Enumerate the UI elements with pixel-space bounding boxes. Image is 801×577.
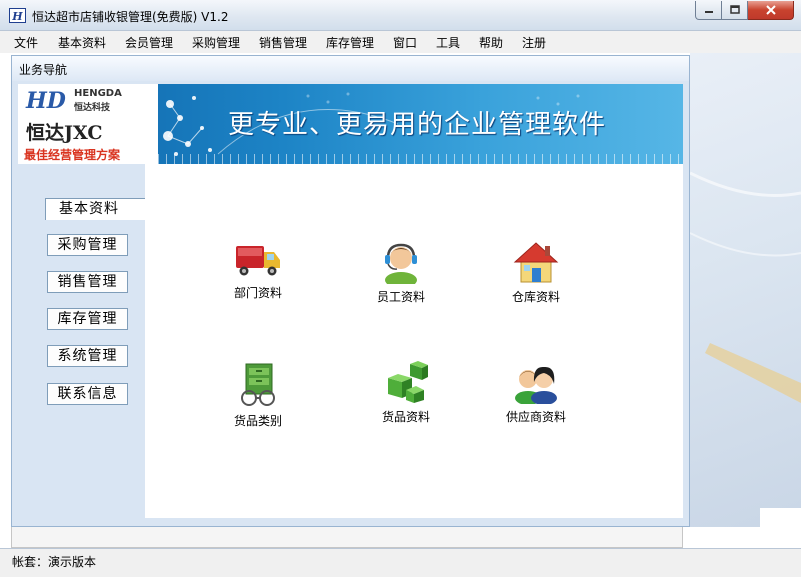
background-decoration xyxy=(690,171,801,527)
tile-category[interactable]: 货品类别 xyxy=(203,360,313,440)
house-icon xyxy=(513,242,559,283)
title-bar[interactable]: H 恒达超市店铺收银管理(免费版) V1.2 xyxy=(0,0,801,31)
desktop-background xyxy=(690,53,801,527)
tile-label: 部门资料 xyxy=(233,286,282,300)
maximize-button[interactable] xyxy=(722,1,748,20)
people-icon xyxy=(515,366,557,404)
minimize-icon xyxy=(704,11,713,13)
app-window: H 恒达超市店铺收银管理(免费版) V1.2 文件 基本资料 会员管理 采购管理… xyxy=(0,0,801,577)
logo-cn-text: 恒达科技 xyxy=(74,103,111,113)
brand-slogan: 最佳经营管理方案 xyxy=(24,148,121,162)
logo-en-text: HENGDA xyxy=(74,88,122,99)
banner-ruler xyxy=(158,154,683,164)
tile-department[interactable]: 部门资料 xyxy=(203,240,313,320)
tile-warehouse[interactable]: 仓库资料 xyxy=(481,240,591,320)
panel-bottom-strip xyxy=(11,527,683,548)
cubes-icon xyxy=(388,361,428,403)
menu-inventory[interactable]: 库存管理 xyxy=(326,34,374,51)
tile-employee[interactable]: 员工资料 xyxy=(346,240,456,320)
cabinet-icon xyxy=(241,363,275,406)
menu-tools[interactable]: 工具 xyxy=(436,34,460,51)
headset-user-icon xyxy=(385,243,417,284)
menu-purchase[interactable]: 采购管理 xyxy=(192,34,240,51)
company-logo: HD HENGDA 恒达科技 恒达JXC 最佳经营管理方案 xyxy=(18,84,158,164)
menu-sales[interactable]: 销售管理 xyxy=(259,34,307,51)
window-controls xyxy=(695,1,794,21)
tile-goods[interactable]: 货品资料 xyxy=(351,360,461,440)
tile-label: 货品类别 xyxy=(233,414,282,428)
content-area: 部门资料 员工资料 仓库资料 货品类别 货品资料 供应商资料 xyxy=(145,164,683,518)
truck-icon xyxy=(236,246,280,276)
logo-letters: HD xyxy=(26,88,66,114)
menu-member[interactable]: 会员管理 xyxy=(125,34,173,51)
sidebar-item-purchase[interactable]: 采购管理 xyxy=(47,234,128,256)
brand-name: 恒达JXC xyxy=(26,122,103,144)
close-icon xyxy=(765,5,776,15)
maximize-icon xyxy=(729,5,740,14)
sidebar-item-inventory[interactable]: 库存管理 xyxy=(47,308,128,330)
tile-label: 货品资料 xyxy=(381,410,430,424)
menu-basic-data[interactable]: 基本资料 xyxy=(58,34,106,51)
business-nav-panel: 业务导航 HD HENGDA 恒达科技 恒达JXC 最佳经营管理方案 更专业、更… xyxy=(11,55,690,527)
menu-register[interactable]: 注册 xyxy=(522,34,546,51)
app-icon: H xyxy=(9,8,26,23)
status-bar: 帐套：演示版本 xyxy=(0,548,801,577)
minimize-button[interactable] xyxy=(695,1,722,20)
menu-bar: 文件 基本资料 会员管理 采购管理 销售管理 库存管理 窗口 工具 帮助 注册 xyxy=(0,31,801,53)
tile-label: 供应商资料 xyxy=(505,410,566,424)
window-title: 恒达超市店铺收银管理(免费版) V1.2 xyxy=(32,10,229,24)
menu-help[interactable]: 帮助 xyxy=(479,34,503,51)
nav-panel-title: 业务导航 xyxy=(19,63,68,77)
banner: HD HENGDA 恒达科技 恒达JXC 最佳经营管理方案 更专业、更易用的企业… xyxy=(18,84,683,164)
menu-window[interactable]: 窗口 xyxy=(393,34,417,51)
tile-label: 员工资料 xyxy=(376,290,425,304)
banner-tagline: 更专业、更易用的企业管理软件 xyxy=(228,110,607,140)
menu-file[interactable]: 文件 xyxy=(14,34,38,51)
sidebar-item-basic-data[interactable]: 基本资料 xyxy=(45,198,145,220)
status-account: 帐套：演示版本 xyxy=(12,555,97,569)
tile-label: 仓库资料 xyxy=(511,290,560,304)
nav-sidebar: 基本资料 采购管理 销售管理 库存管理 系统管理 联系信息 xyxy=(18,164,145,518)
nav-panel-header: 业务导航 xyxy=(12,56,689,81)
sidebar-item-system[interactable]: 系统管理 xyxy=(47,345,128,367)
sidebar-item-sales[interactable]: 销售管理 xyxy=(47,271,128,293)
close-button[interactable] xyxy=(748,1,794,20)
sidebar-item-contact[interactable]: 联系信息 xyxy=(47,383,128,405)
tile-supplier[interactable]: 供应商资料 xyxy=(481,360,591,440)
